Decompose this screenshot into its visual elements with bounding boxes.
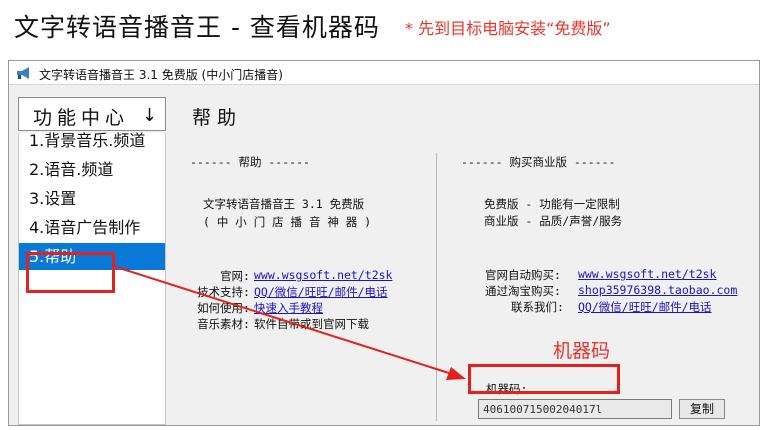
column-divider <box>436 153 437 421</box>
annotation-label: 机器码 <box>553 340 611 362</box>
help-title: 帮助 <box>192 107 243 129</box>
app-name-text: 文字转语音播音王 3.1 免费版 <box>203 197 365 211</box>
free-version-text: 免费版 - 功能有一定限制 <box>484 197 620 211</box>
howto-label: 如何使用: <box>197 301 250 315</box>
material-label: 音乐素材: <box>197 317 250 331</box>
website-link[interactable]: www.wsgsoft.net/t2sk <box>254 268 392 282</box>
function-center-dropdown[interactable]: 功能中心 ↓ <box>18 97 166 131</box>
taobao-link[interactable]: shop35976398.taobao.com <box>578 283 737 297</box>
app-window: 文字转语音播音王 3.1 免费版 (中小门店播音) 功能中心 ↓ 1.背景音乐.… <box>8 60 760 426</box>
material-text: 软件自带或到官网下载 <box>254 317 369 331</box>
menu-item-background-music[interactable]: 1.背景音乐.频道 <box>19 127 165 154</box>
annotation-highlight-machine-code <box>468 364 620 394</box>
menu-item-voice-ad[interactable]: 4.语音广告制作 <box>19 214 165 241</box>
support-label: 技术支持: <box>197 285 250 299</box>
contact-link[interactable]: QQ/微信/旺旺/邮件/电话 <box>578 299 712 315</box>
annotation-highlight-help <box>26 252 115 293</box>
copy-button[interactable]: 复制 <box>679 399 725 419</box>
menu-item-settings[interactable]: 3.设置 <box>19 185 165 212</box>
app-subtitle-text: ( 中 小 门 店 播 音 神 器 ) <box>203 215 372 229</box>
screenshot-root: 文字转语音播音王 - 查看机器码 * 先到目标电脑安装“免费版” 文字转语音播音… <box>0 0 765 430</box>
window-titlebar: 文字转语音播音王 3.1 免费版 (中小门店播音) <box>9 61 759 85</box>
install-note: * 先到目标电脑安装“免费版” <box>405 19 611 38</box>
function-center-label: 功能中心 <box>33 107 130 129</box>
help-section-heading: ------ 帮助 ------ <box>190 155 310 169</box>
help-content-area: 帮助 ------ 帮助 ------ 文字转语音播音王 3.1 免费版 ( 中… <box>174 91 759 425</box>
arrow-down-icon: ↓ <box>141 105 157 126</box>
taobao-label: 通过淘宝购买: <box>485 284 561 298</box>
buy-section-heading: ------ 购买商业版 ------ <box>461 155 616 169</box>
support-link[interactable]: QQ/微信/旺旺/邮件/电话 <box>254 284 388 300</box>
window-title: 文字转语音播音王 3.1 免费版 (中小门店播音) <box>39 68 283 82</box>
megaphone-icon <box>17 67 29 79</box>
buy-site-label: 官网自动购买: <box>485 268 561 282</box>
menu-item-voice-channel[interactable]: 2.语音.频道 <box>19 156 165 183</box>
machine-code-field[interactable] <box>478 399 672 419</box>
howto-link[interactable]: 快速入手教程 <box>254 300 323 316</box>
page-heading: 文字转语音播音王 - 查看机器码 <box>14 13 380 42</box>
website-label: 官网: <box>220 269 250 283</box>
contact-label: 联系我们: <box>511 300 564 314</box>
buy-site-link[interactable]: www.wsgsoft.net/t2sk <box>578 267 716 281</box>
pro-version-text: 商业版 - 品质/声誉/服务 <box>484 214 623 228</box>
